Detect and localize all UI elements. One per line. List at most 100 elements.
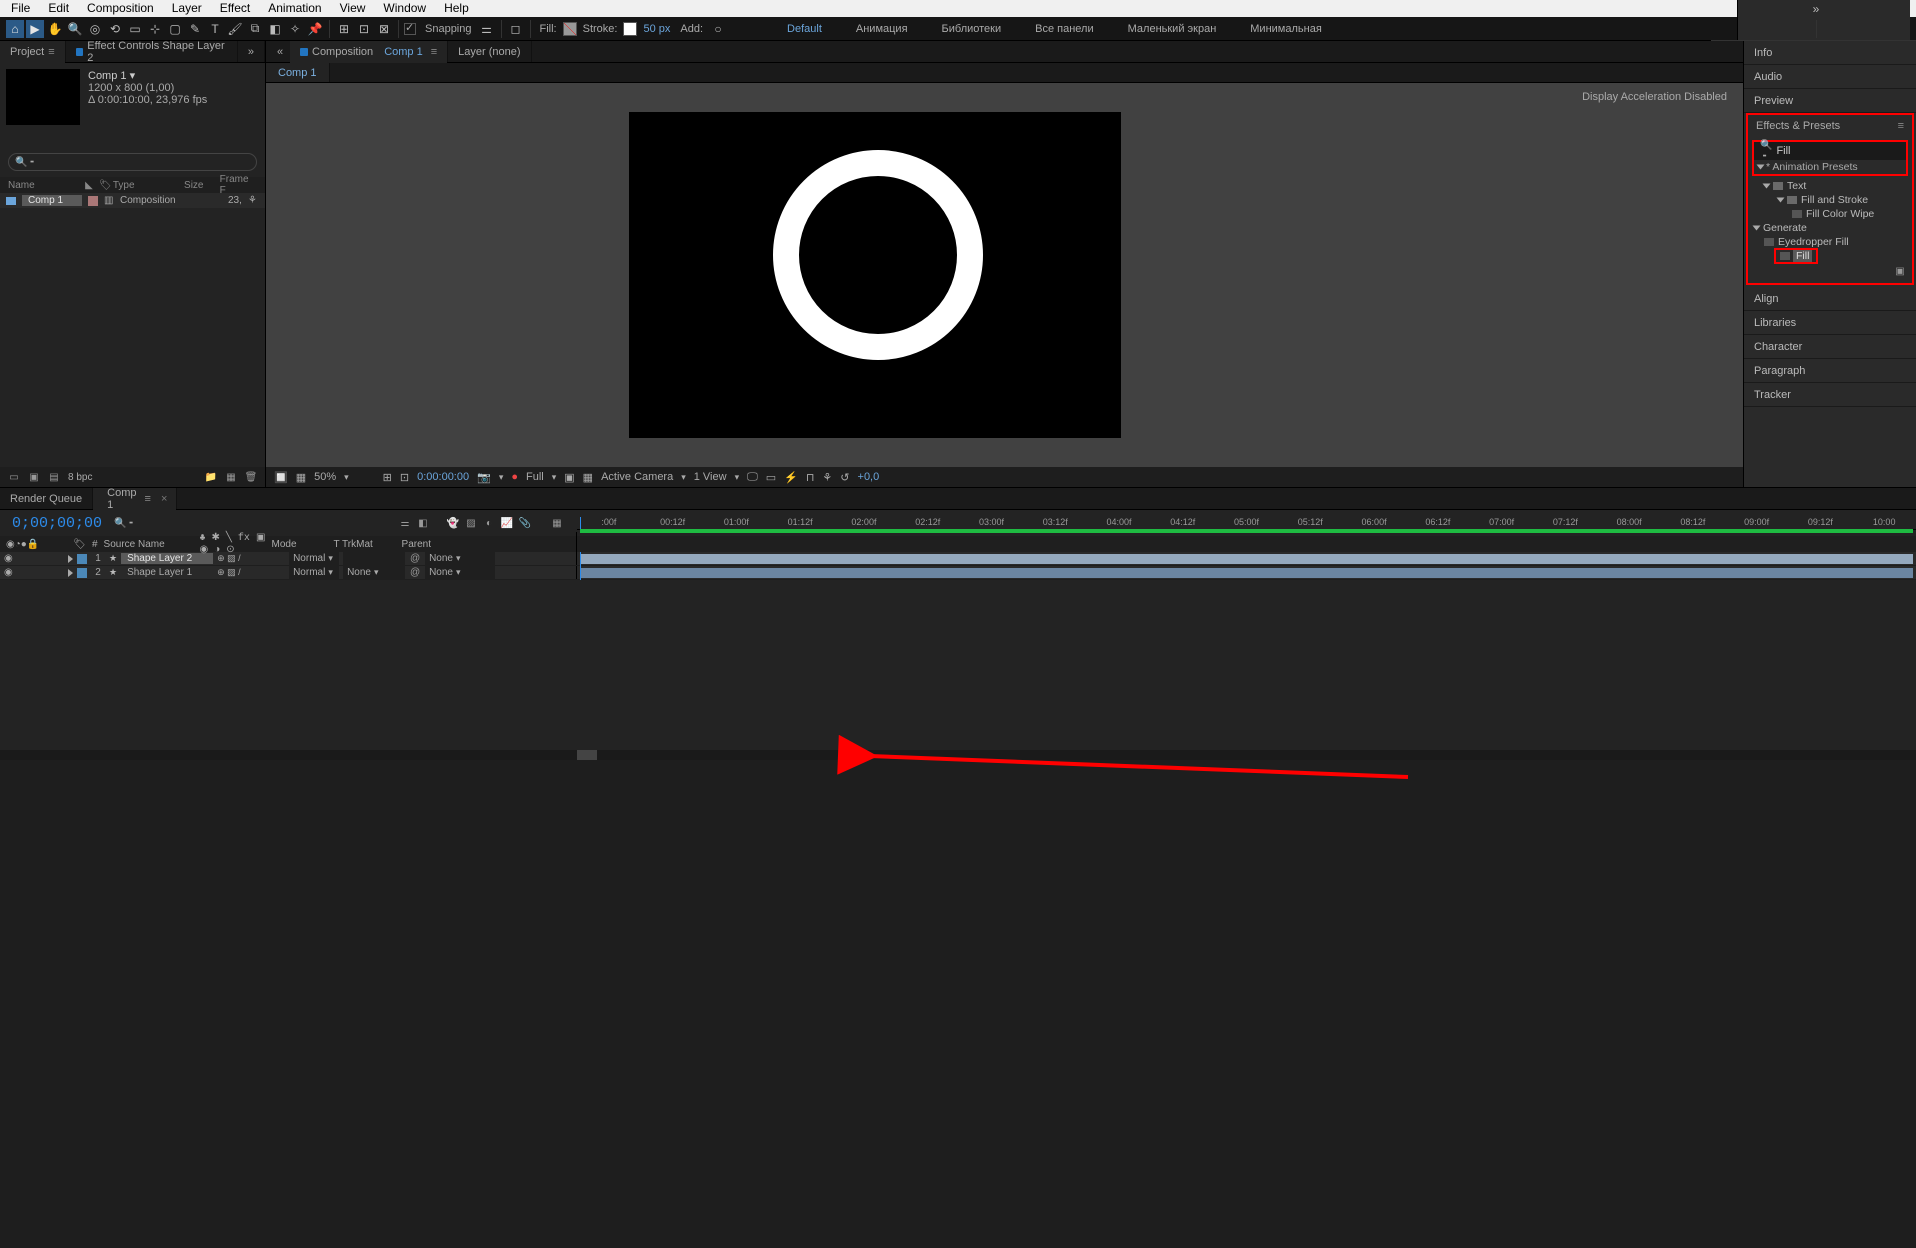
selection-tool-icon[interactable]: ▶ [26, 20, 44, 38]
tab-composition[interactable]: Composition Comp 1 ≡ [290, 41, 448, 62]
fast-previews-icon[interactable]: ⊡ [400, 471, 409, 484]
comp-title[interactable]: Comp 1 ▾ [88, 69, 207, 82]
panel-preview[interactable]: Preview [1744, 89, 1916, 113]
comp-canvas[interactable] [629, 112, 1121, 438]
tree-fill-effect[interactable]: Fill [1774, 248, 1818, 264]
project-search-input[interactable]: 🔍╺ [8, 153, 257, 171]
project-item-row[interactable]: Comp 1 ▥ Composition 23, ⚘ [0, 193, 265, 208]
work-area-bar[interactable] [580, 529, 1913, 533]
tree-text[interactable]: Text [1787, 180, 1806, 192]
label-header-icon[interactable]: 🏷 [73, 539, 86, 550]
expand-icon[interactable] [1777, 198, 1785, 203]
resolution-icon[interactable]: ⊞ [383, 471, 392, 484]
current-time-indicator[interactable] [580, 517, 581, 529]
snap-opts-icon[interactable]: ⚌ [478, 20, 496, 38]
menu-animation[interactable]: Animation [259, 0, 330, 17]
grid-icon[interactable]: ▦ [296, 471, 306, 484]
expand-icon[interactable] [1757, 165, 1765, 170]
ws-animation[interactable]: Анимация [840, 23, 924, 35]
type-tool-icon[interactable]: T [206, 20, 224, 38]
menu-effect[interactable]: Effect [211, 0, 259, 17]
clone-tool-icon[interactable]: ⧉ [246, 20, 264, 38]
col-name-header[interactable]: Name [8, 180, 85, 191]
zoom-tool-icon[interactable]: 🔍 [66, 20, 84, 38]
panel-menu-icon[interactable]: ≡ [145, 493, 151, 505]
panel-tracker[interactable]: Tracker [1744, 383, 1916, 407]
panel-audio[interactable]: Audio [1744, 65, 1916, 89]
effects-search-input[interactable] [1776, 145, 1916, 157]
roi-icon[interactable]: ▣ [564, 471, 574, 484]
close-tab-icon[interactable]: × [161, 493, 167, 505]
panel-libraries[interactable]: Libraries [1744, 311, 1916, 335]
expand-icon[interactable] [1753, 226, 1761, 231]
time-ruler[interactable]: :00f 00:12f 01:00f 01:12f 02:00f 02:12f … [577, 517, 1916, 529]
world-axis-icon[interactable]: ⊡ [355, 20, 373, 38]
ws-libraries[interactable]: Библиотеки [926, 23, 1018, 35]
av-features-header-icon[interactable]: ◉◔●🔒 [6, 539, 39, 550]
shy-icon[interactable]: 👻 [447, 517, 459, 529]
exposure-value[interactable]: +0,0 [858, 471, 880, 483]
shape-tool-icon[interactable]: ▢ [166, 20, 184, 38]
comp-link[interactable]: Comp 1 [384, 46, 423, 58]
shape-ring[interactable] [773, 150, 983, 360]
camera-dropdown[interactable]: Active Camera [601, 471, 673, 483]
local-axis-icon[interactable]: ⊞ [335, 20, 353, 38]
comp-mini-flowchart-icon[interactable]: ⚌ [399, 517, 411, 529]
tab-layer-none[interactable]: Layer (none) [448, 41, 531, 62]
view-layout[interactable]: 1 View [694, 471, 727, 483]
layer-switches[interactable]: ⊕ ▨ / [217, 567, 273, 578]
channel-icon[interactable]: ● [511, 471, 518, 483]
mode-dropdown[interactable]: Normal ▾ [289, 566, 339, 580]
puppet-tool-icon[interactable]: 📌 [306, 20, 324, 38]
tab-timeline-comp[interactable]: Comp 1 ≡ × [93, 488, 177, 509]
more-ws-icon[interactable]: » [1807, 0, 1825, 18]
flowchart-icon[interactable]: ⚘ [822, 471, 832, 484]
bit-depth-icon[interactable]: ▤ [48, 471, 60, 483]
menu-view[interactable]: View [331, 0, 375, 17]
tree-fill-color-wipe[interactable]: Fill Color Wipe [1806, 208, 1874, 220]
current-time-indicator[interactable] [580, 552, 581, 566]
resolution-dropdown[interactable]: Full [526, 471, 544, 483]
panel-paragraph[interactable]: Paragraph [1744, 359, 1916, 383]
stroke-swatch[interactable] [623, 22, 637, 36]
col-label-icon[interactable]: ◣ [85, 180, 99, 191]
pixel-ar-icon[interactable]: ▭ [766, 471, 776, 484]
interpret-footage-icon[interactable]: ▭ [8, 471, 20, 483]
subtab-comp1[interactable]: Comp 1 [266, 63, 330, 82]
frame-blend-icon[interactable]: ▨ [465, 517, 477, 529]
bpc-label[interactable]: 8 bpc [68, 472, 92, 483]
camera-tool-icon[interactable]: ▭ [126, 20, 144, 38]
tab-overflow-icon[interactable]: » [238, 41, 265, 62]
rotation-tool-icon[interactable]: ⟲ [106, 20, 124, 38]
tree-fill-stroke[interactable]: Fill and Stroke [1801, 194, 1868, 206]
current-time-indicator[interactable] [580, 566, 581, 580]
col-type-header[interactable]: Type [113, 180, 184, 191]
comp-thumbnail[interactable] [6, 69, 80, 125]
col-size-header[interactable]: Size [184, 180, 220, 191]
orbit-tool-icon[interactable]: ◎ [86, 20, 104, 38]
menu-help[interactable]: Help [435, 0, 478, 17]
mask-mode-icon[interactable]: ◻ [507, 20, 525, 38]
prev-tab-icon[interactable]: « [270, 41, 290, 62]
panel-menu-icon[interactable]: ≡ [1898, 120, 1904, 132]
new-bin-icon[interactable]: ▣ [1894, 265, 1906, 277]
mode-header[interactable]: Mode [272, 539, 328, 550]
magnify-icon[interactable]: 🔲 [274, 471, 288, 484]
menu-window[interactable]: Window [374, 0, 435, 17]
snapping-check[interactable] [404, 23, 416, 35]
source-name-header[interactable]: Source Name [104, 539, 194, 550]
draft3d-icon[interactable]: ◧ [417, 517, 429, 529]
share-view-icon[interactable]: 🖵 [747, 471, 758, 484]
pen-tool-icon[interactable]: ✎ [186, 20, 204, 38]
panel-info[interactable]: Info [1744, 41, 1916, 65]
effects-presets-title[interactable]: Effects & Presets [1756, 120, 1840, 132]
layer-name[interactable]: Shape Layer 1 [121, 567, 213, 578]
layer-row[interactable]: ◉ 2 ★ Shape Layer 1 ⊕ ▨ / Normal ▾ None … [0, 566, 1916, 580]
reset-exposure-icon[interactable]: ↺ [840, 471, 849, 484]
new-bin-icon[interactable]: ▣ [28, 471, 40, 483]
transparency-icon[interactable]: ▦ [583, 471, 593, 484]
label-swatch[interactable] [88, 196, 98, 206]
timeline-search-input[interactable]: 🔍╺ [114, 518, 132, 529]
timeline-zoom-scrollbar[interactable] [0, 750, 1916, 760]
ws-default[interactable]: Default [771, 23, 838, 35]
